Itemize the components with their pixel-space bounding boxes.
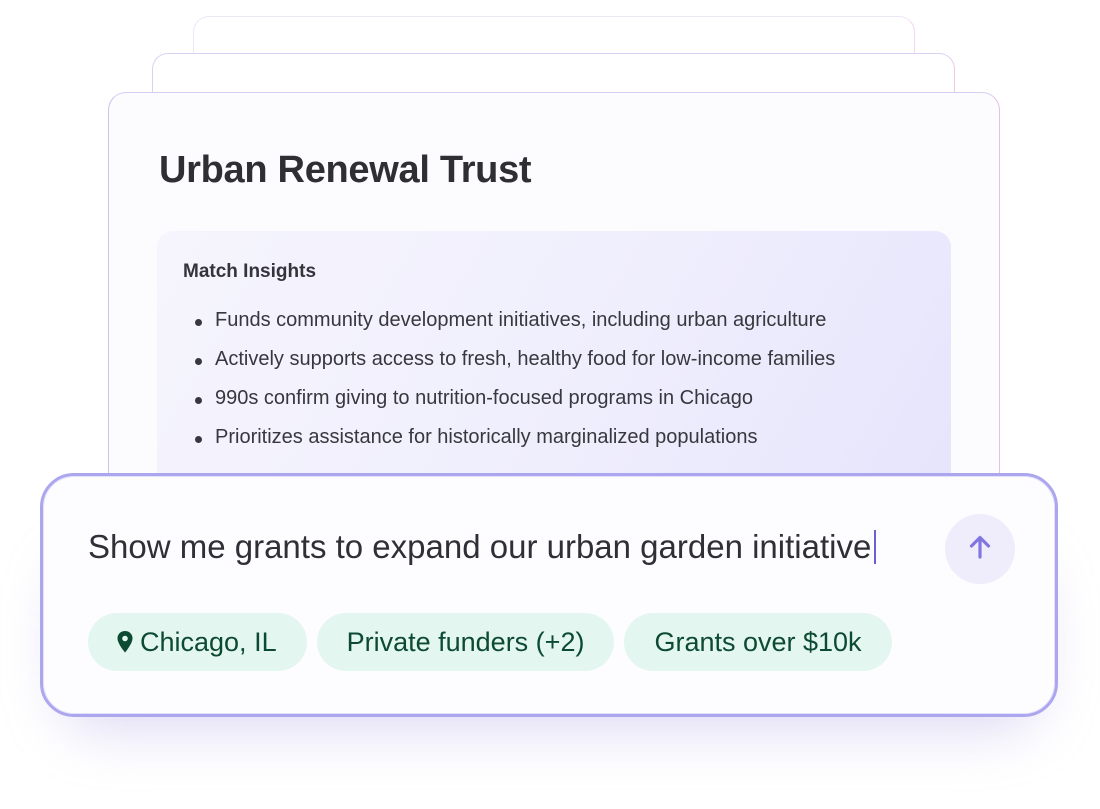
location-pin-icon <box>116 630 134 654</box>
filter-chip-location[interactable]: Chicago, IL <box>88 613 307 671</box>
filter-chip-label: Grants over $10k <box>654 626 862 657</box>
text-caret <box>874 530 877 564</box>
insight-item: 990s confirm giving to nutrition-focused… <box>195 387 835 426</box>
funder-card[interactable]: Urban Renewal Trust Match Insights Funds… <box>108 92 1000 521</box>
stage: Urban Renewal Trust Match Insights Funds… <box>0 0 1100 809</box>
prompt-input-text: Show me grants to expand our urban garde… <box>88 528 872 565</box>
match-insights-list: Funds community development initiatives,… <box>195 309 835 465</box>
match-insights-heading: Match Insights <box>183 261 317 282</box>
funder-title: Urban Renewal Trust <box>159 149 532 191</box>
prompt-input[interactable]: Show me grants to expand our urban garde… <box>88 528 877 566</box>
filter-chip-funder-type[interactable]: Private funders (+2) <box>316 613 615 671</box>
insight-item: Actively supports access to fresh, healt… <box>195 348 835 387</box>
filter-chip-label: Private funders (+2) <box>346 626 585 657</box>
insight-item: Funds community development initiatives,… <box>195 309 835 348</box>
filter-chip-amount[interactable]: Grants over $10k <box>624 613 892 671</box>
send-button[interactable] <box>945 514 1015 584</box>
filter-chips: Chicago, IL Private funders (+2) Grants … <box>88 613 892 671</box>
filter-chip-label: Chicago, IL <box>140 626 277 657</box>
prompt-box[interactable]: Show me grants to expand our urban garde… <box>40 473 1058 717</box>
insight-item: Prioritizes assistance for historically … <box>195 426 835 465</box>
arrow-up-icon <box>965 532 995 567</box>
